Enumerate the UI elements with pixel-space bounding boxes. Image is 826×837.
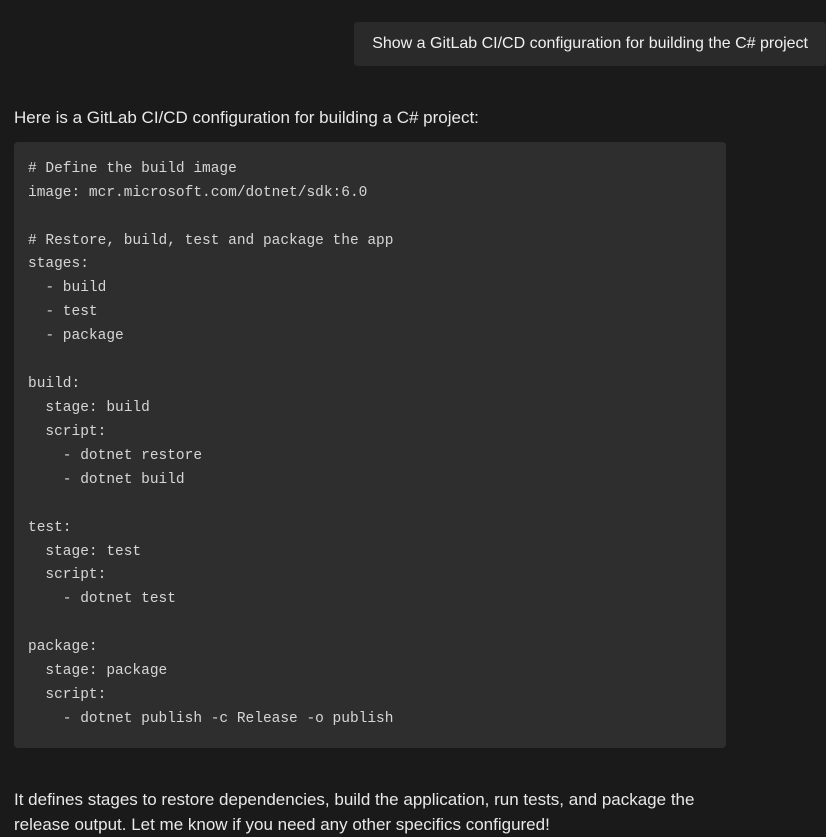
assistant-intro-text: Here is a GitLab CI/CD configuration for… [14,106,726,130]
user-message-bubble[interactable]: Show a GitLab CI/CD configuration for bu… [354,22,826,66]
code-block[interactable]: # Define the build image image: mcr.micr… [14,142,726,748]
user-message-text: Show a GitLab CI/CD configuration for bu… [372,35,808,52]
assistant-message: Here is a GitLab CI/CD configuration for… [0,106,740,837]
chat-container: Show a GitLab CI/CD configuration for bu… [0,0,826,837]
assistant-outro-text: It defines stages to restore dependencie… [14,788,726,837]
